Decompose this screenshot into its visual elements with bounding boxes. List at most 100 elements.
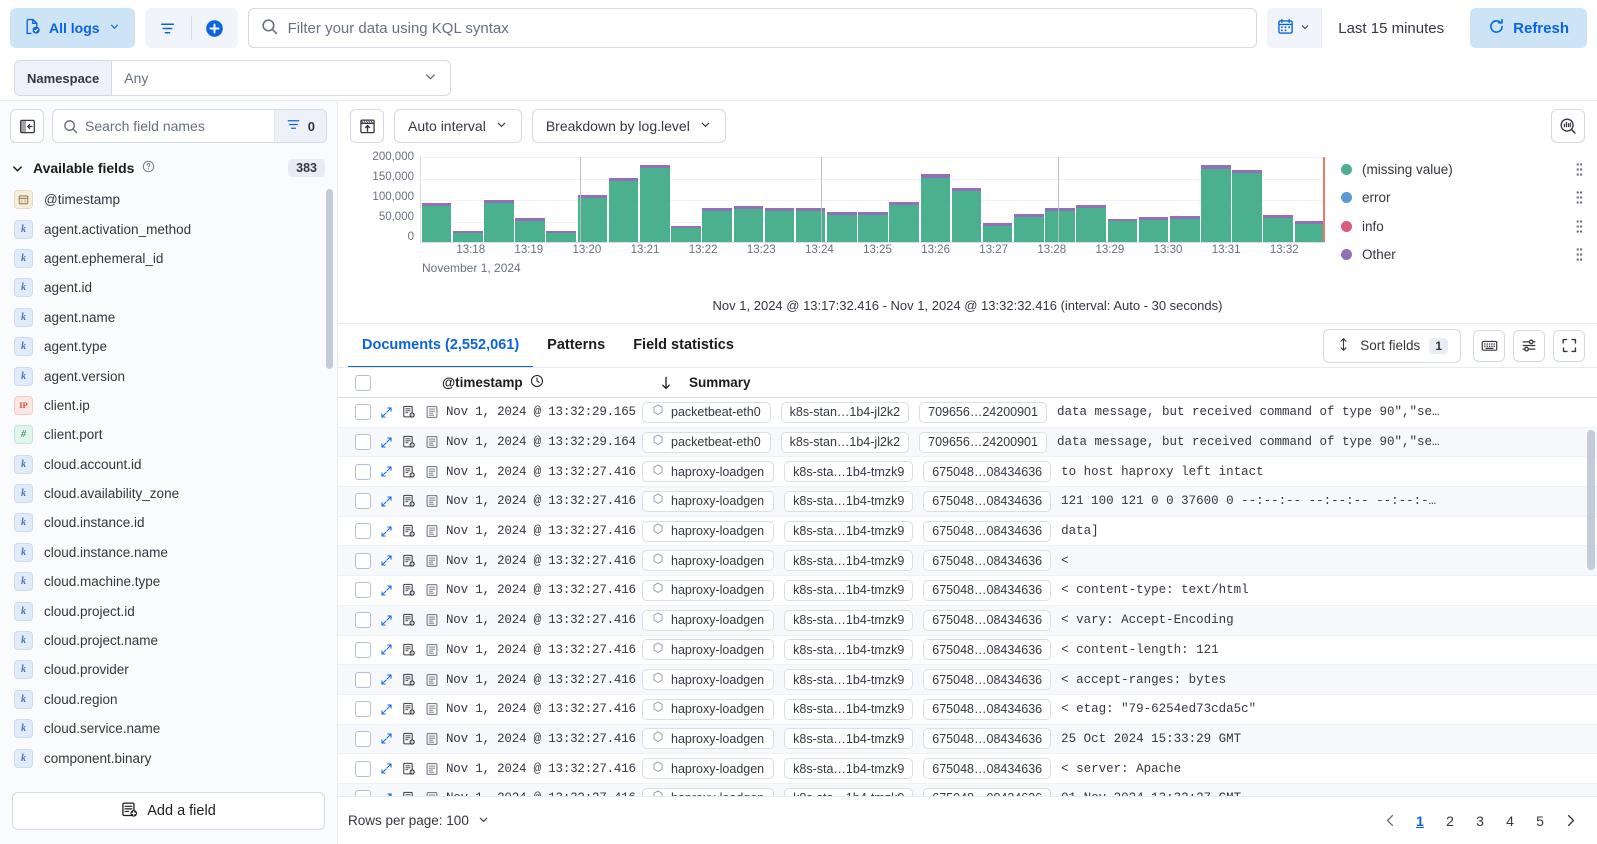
interval-selector[interactable]: Auto interval (394, 109, 522, 143)
view-document-icon[interactable] (402, 494, 416, 508)
sort-direction-icon[interactable] (643, 375, 689, 391)
available-fields-header[interactable]: Available fields 383 (0, 151, 337, 185)
field-list-item[interactable]: kcloud.provider (0, 655, 327, 684)
trace-id-badge[interactable]: 675048…08434636 (923, 639, 1051, 660)
view-document-icon[interactable] (402, 673, 416, 687)
histogram-bar[interactable] (1201, 165, 1231, 242)
namespace-control[interactable]: Namespace Any (14, 60, 451, 96)
page-button-5[interactable]: 5 (1527, 808, 1553, 834)
tab-patterns[interactable]: Patterns (533, 324, 619, 368)
select-all-checkbox[interactable] (355, 375, 371, 391)
row-checkbox[interactable] (355, 672, 371, 688)
field-list-item[interactable]: kagent.version (0, 361, 327, 390)
view-document-icon[interactable] (402, 435, 416, 449)
histogram-bar[interactable] (1076, 205, 1106, 242)
view-surrounding-docs-icon[interactable] (425, 613, 439, 627)
view-document-icon[interactable] (402, 732, 416, 746)
expand-row-icon[interactable] (380, 406, 393, 419)
host-name-badge[interactable]: k8s-sta…1b4-tmzk9 (784, 461, 913, 482)
host-name-badge[interactable]: k8s-stan…1b4-jl2k2 (781, 432, 909, 453)
expand-row-icon[interactable] (380, 643, 393, 656)
fullscreen-button[interactable] (1553, 330, 1585, 362)
column-header-timestamp[interactable]: @timestamp (380, 374, 643, 391)
host-name-badge[interactable]: k8s-sta…1b4-tmzk9 (784, 728, 913, 749)
breakdown-selector[interactable]: Breakdown by log.level (532, 109, 726, 143)
namespace-select[interactable]: Any (112, 60, 450, 96)
row-checkbox[interactable] (355, 731, 371, 747)
row-checkbox[interactable] (355, 612, 371, 628)
histogram-bar[interactable] (515, 218, 545, 242)
histogram-bar[interactable] (1295, 221, 1325, 242)
view-surrounding-docs-icon[interactable] (425, 673, 439, 687)
expand-row-icon[interactable] (380, 703, 393, 716)
table-row[interactable]: Nov 1, 2024 @ 13:32:27.416haproxy-loadge… (338, 517, 1597, 547)
view-surrounding-docs-icon[interactable] (425, 762, 439, 776)
previous-page-button[interactable] (1377, 808, 1403, 834)
table-row[interactable]: Nov 1, 2024 @ 13:32:27.416haproxy-loadge… (338, 606, 1597, 636)
row-checkbox[interactable] (355, 701, 371, 717)
expand-row-icon[interactable] (380, 495, 393, 508)
row-checkbox[interactable] (355, 790, 371, 796)
histogram-bar[interactable] (889, 202, 919, 242)
field-list-item[interactable]: kcloud.region (0, 685, 327, 714)
data-view-selector[interactable]: All logs (10, 8, 135, 48)
row-checkbox[interactable] (355, 761, 371, 777)
row-checkbox[interactable] (355, 404, 371, 420)
legend-actions-icon[interactable] (1574, 190, 1585, 205)
expand-row-icon[interactable] (380, 792, 393, 796)
kql-search-bar[interactable] (248, 8, 1258, 48)
service-name-badge[interactable]: haproxy-loadgen (642, 699, 774, 720)
legend-actions-icon[interactable] (1574, 162, 1585, 177)
histogram-bar[interactable] (765, 208, 795, 242)
service-name-badge[interactable]: haproxy-loadgen (642, 580, 774, 601)
field-list-item[interactable]: kcomponent.binary (0, 743, 327, 772)
field-list-item[interactable]: kcloud.account.id (0, 450, 327, 479)
histogram-bar[interactable] (921, 174, 951, 242)
host-name-badge[interactable]: k8s-sta…1b4-tmzk9 (784, 491, 913, 512)
legend-item[interactable]: Other (1341, 243, 1585, 268)
histogram-bar[interactable] (484, 200, 514, 242)
page-button-4[interactable]: 4 (1497, 808, 1523, 834)
service-name-badge[interactable]: haproxy-loadgen (642, 639, 774, 660)
service-name-badge[interactable]: packetbeat-eth0 (642, 402, 771, 423)
table-row[interactable]: Nov 1, 2024 @ 13:32:27.416haproxy-loadge… (338, 665, 1597, 695)
page-button-3[interactable]: 3 (1467, 808, 1493, 834)
service-name-badge[interactable]: haproxy-loadgen (642, 491, 774, 512)
trace-id-badge[interactable]: 675048…08434636 (923, 580, 1051, 601)
histogram-bar[interactable] (1045, 208, 1075, 242)
view-document-icon[interactable] (402, 583, 416, 597)
trace-id-badge[interactable]: 675048…08434636 (923, 521, 1051, 542)
host-name-badge[interactable]: k8s-sta…1b4-tmzk9 (784, 788, 913, 796)
field-list-item[interactable]: kcloud.instance.name (0, 538, 327, 567)
host-name-badge[interactable]: k8s-sta…1b4-tmzk9 (784, 669, 913, 690)
histogram-bar[interactable] (952, 188, 982, 242)
time-range-button[interactable]: Last 15 minutes (1322, 8, 1460, 48)
trace-id-badge[interactable]: 675048…08434636 (923, 788, 1051, 796)
field-list-item[interactable]: kcloud.availability_zone (0, 479, 327, 508)
collapse-sidebar-button[interactable] (10, 109, 44, 143)
view-document-icon[interactable] (402, 702, 416, 716)
histogram-bar[interactable] (1108, 219, 1138, 242)
trace-id-badge[interactable]: 675048…08434636 (923, 669, 1051, 690)
view-document-icon[interactable] (402, 643, 416, 657)
trace-id-badge[interactable]: 675048…08434636 (923, 758, 1051, 779)
field-search-input[interactable] (85, 118, 274, 134)
chart-plot-area[interactable]: 200,000150,000100,00050,0000 13:1813:191… (346, 151, 1327, 284)
histogram-bar[interactable] (858, 212, 888, 242)
table-row[interactable]: Nov 1, 2024 @ 13:32:27.416haproxy-loadge… (338, 636, 1597, 666)
trace-id-badge[interactable]: 675048…08434636 (923, 610, 1051, 631)
table-row[interactable]: Nov 1, 2024 @ 13:32:27.416haproxy-loadge… (338, 754, 1597, 784)
histogram-bar[interactable] (1014, 214, 1044, 242)
service-name-badge[interactable]: haproxy-loadgen (642, 788, 774, 796)
table-row[interactable]: Nov 1, 2024 @ 13:32:27.416haproxy-loadge… (338, 695, 1597, 725)
view-surrounding-docs-icon[interactable] (425, 732, 439, 746)
table-row[interactable]: Nov 1, 2024 @ 13:32:27.416haproxy-loadge… (338, 725, 1597, 755)
histogram-bar[interactable] (422, 203, 452, 242)
histogram-bar[interactable] (983, 223, 1013, 242)
field-list-item[interactable]: kcloud.instance.id (0, 508, 327, 537)
host-name-badge[interactable]: k8s-sta…1b4-tmzk9 (784, 580, 913, 601)
expand-row-icon[interactable] (380, 465, 393, 478)
field-list-item[interactable]: IPclient.ip (0, 391, 327, 420)
table-row[interactable]: Nov 1, 2024 @ 13:32:27.416haproxy-loadge… (338, 546, 1597, 576)
host-name-badge[interactable]: k8s-sta…1b4-tmzk9 (784, 610, 913, 631)
